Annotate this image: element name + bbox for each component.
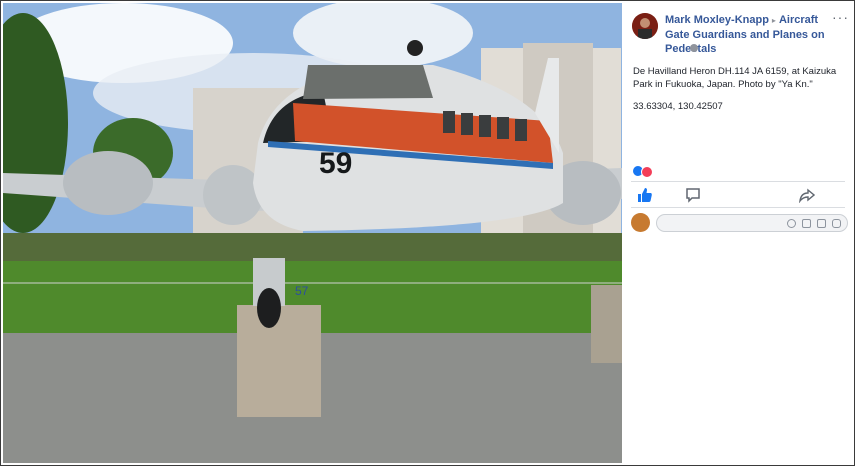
post-coordinates: 33.63304, 130.42507	[633, 101, 723, 112]
smiley-icon[interactable]	[787, 219, 796, 228]
post-viewer: 59 57 Mark Moxley-Knapp ▸ Aircraft Gate Gu…	[0, 0, 855, 466]
comment-input[interactable]	[656, 214, 848, 232]
divider	[631, 207, 845, 208]
viewer-avatar	[631, 213, 650, 232]
aircraft-number: 59	[319, 147, 352, 180]
comment-composer	[623, 210, 853, 236]
share-arrow-icon	[798, 188, 816, 204]
like-button[interactable]	[637, 187, 657, 203]
camera-icon[interactable]	[802, 219, 811, 228]
sticker-icon[interactable]	[832, 219, 841, 228]
post-photo[interactable]: 59 57	[3, 3, 622, 463]
separator-arrow-icon: ▸	[771, 16, 776, 25]
divider	[631, 181, 845, 182]
avatar-image	[632, 13, 658, 39]
share-button[interactable]	[798, 187, 819, 204]
gif-icon[interactable]	[817, 219, 826, 228]
love-reaction-icon	[641, 166, 653, 178]
more-options-button[interactable]: ···	[832, 9, 849, 25]
post-sidebar: Mark Moxley-Knapp ▸ Aircraft Gate Guardian…	[623, 3, 853, 463]
thumbs-up-icon	[638, 188, 652, 202]
gear-number: 57	[295, 284, 309, 298]
author-avatar[interactable]	[632, 13, 658, 39]
comment-button[interactable]	[685, 187, 705, 203]
globe-icon	[690, 44, 698, 52]
aircraft-photo-illustration: 59 57	[3, 3, 622, 463]
post-caption: De Havilland Heron DH.114 JA 6159, at Ka…	[633, 66, 837, 90]
author-name[interactable]: Mark Moxley-Knapp	[665, 14, 769, 26]
speech-bubble-icon	[686, 188, 700, 203]
